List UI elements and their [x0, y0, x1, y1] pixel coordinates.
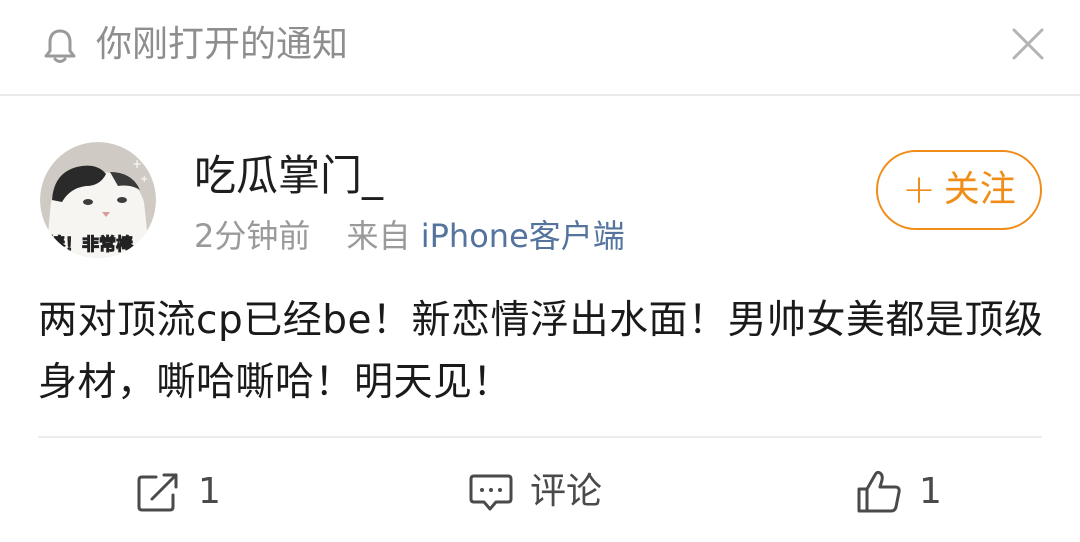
avatar-caption: 棒！非常棒	[48, 234, 134, 255]
svg-text:+: +	[132, 157, 142, 171]
like-count: 1	[919, 471, 942, 512]
notification-header: 你刚打开的通知	[0, 0, 1080, 96]
comment-button[interactable]: 评论	[468, 466, 602, 518]
post-time: 2分钟前	[194, 217, 311, 255]
weibo-notification-screen: 你刚打开的通知 + + 棒！非常棒 吃瓜掌门_ 2分钟前 来自 iPhone客户…	[0, 0, 1080, 542]
repost-count: 1	[198, 471, 221, 512]
like-button[interactable]: 1	[855, 466, 942, 518]
plus-icon: +	[902, 167, 936, 213]
author-name[interactable]: 吃瓜掌门_	[194, 148, 383, 204]
comment-label: 评论	[530, 471, 603, 512]
repost-icon	[137, 473, 178, 512]
cat-avatar-image: + + 棒！非常棒	[40, 142, 156, 258]
divider	[38, 436, 1042, 438]
close-icon[interactable]	[1010, 26, 1046, 62]
comment-icon	[469, 474, 513, 511]
svg-text:+: +	[140, 174, 148, 185]
post-meta: 2分钟前 来自 iPhone客户端	[194, 214, 625, 258]
follow-button[interactable]: + 关注	[876, 150, 1042, 230]
source-prefix: 来自	[346, 217, 411, 255]
avatar[interactable]: + + 棒！非常棒	[40, 142, 156, 258]
source-link[interactable]: iPhone客户端	[421, 217, 625, 255]
follow-label: 关注	[943, 169, 1016, 210]
notification-title: 你刚打开的通知	[96, 24, 349, 65]
repost-button[interactable]: 1	[136, 466, 221, 518]
thumbs-up-icon	[857, 470, 901, 513]
bell-icon	[44, 29, 76, 63]
post-text[interactable]: 两对顶流cp已经be！新恋情浮出水面！男帅女美都是顶级身材，嘶哈嘶哈！明天见！	[38, 290, 1048, 414]
